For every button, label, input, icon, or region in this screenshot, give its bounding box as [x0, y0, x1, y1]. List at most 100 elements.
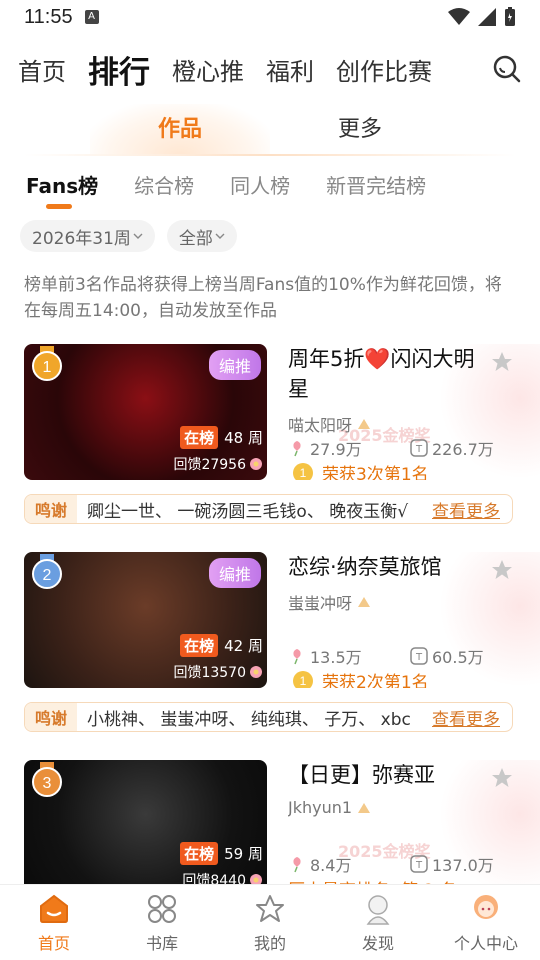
avatar-icon	[474, 894, 498, 919]
battery-icon	[505, 7, 515, 26]
author-badge-icon	[358, 597, 371, 607]
home-icon	[40, 894, 68, 923]
rank-number: 3	[43, 775, 52, 792]
signal-icon	[478, 8, 496, 26]
work-title[interactable]: 周年5折❤️闪闪大明星	[288, 344, 488, 404]
flower-icon	[293, 441, 301, 457]
nav-orange-pick[interactable]: 橙心推	[172, 52, 244, 87]
bottom-mine-label: 我的	[253, 933, 286, 953]
segment-divider	[24, 154, 516, 156]
flower-icon	[250, 666, 262, 678]
view-more-link[interactable]: 查看更多	[426, 497, 512, 522]
work-author[interactable]: Jkhyun1	[288, 798, 540, 817]
star-outline-icon	[256, 894, 284, 922]
flower-icon	[293, 857, 301, 873]
trophy-1-icon: 1	[293, 670, 313, 688]
ticket-icon: T	[410, 647, 428, 665]
bottom-mine[interactable]: 我的	[216, 885, 324, 960]
thanks-bar: 鸣谢 卿尘一世、 一碗汤圆三毛钱o、 晚夜玉衡√ 查看更多	[24, 494, 513, 524]
tab-overall-rank[interactable]: 综合榜	[134, 170, 194, 199]
svg-text:T: T	[415, 444, 423, 455]
flower-stat: 8.4万	[288, 852, 410, 876]
work-cover[interactable]: 3 在榜 59 周 回馈8440	[24, 760, 267, 896]
author-name: Jkhyun1	[288, 798, 353, 817]
bottom-home-label: 首页	[37, 933, 70, 953]
week-filter[interactable]: 2026年31周	[20, 220, 155, 252]
thanks-label: 鸣谢	[25, 703, 78, 731]
rank-number: 2	[43, 567, 52, 584]
onlist-week-count: 42 周	[224, 637, 263, 655]
bottom-nav: 首页 书库 我的 发现 个人中心	[0, 884, 540, 960]
favorite-star-icon[interactable]	[490, 766, 514, 790]
onlist-badge: 在榜	[180, 634, 219, 657]
character-icon	[366, 894, 390, 925]
rank-item[interactable]: 1 编推 在榜 48 周 回馈27956 2025金榜奖 周年5折❤️闪闪大明星…	[0, 344, 540, 552]
rank-list: 1 编推 在榜 48 周 回馈27956 2025金榜奖 周年5折❤️闪闪大明星…	[0, 332, 540, 960]
favorite-star-icon[interactable]	[490, 558, 514, 582]
search-icon[interactable]	[492, 54, 522, 84]
wifi-icon	[448, 8, 470, 25]
feedback-label: 回馈13570	[173, 665, 246, 681]
trophy-1-icon: 1	[293, 462, 313, 480]
tab-new-finished-rank[interactable]: 新晋完结榜	[326, 170, 426, 199]
onlist-badge: 在榜	[180, 426, 219, 449]
segment-tabs: 作品 更多	[0, 104, 540, 156]
thanks-names: 卿尘一世、 一碗汤圆三毛钱o、 晚夜玉衡√	[87, 501, 409, 522]
work-info: 恋综·纳奈莫旅馆 蚩蚩冲呀 13.5万 T 60.5万 1 荣获2次第1名	[288, 552, 540, 688]
honor-text: 荣获3次第1名	[322, 465, 429, 480]
nav-home[interactable]: 首页	[18, 52, 66, 87]
work-stats: 13.5万 T 60.5万	[288, 644, 540, 668]
onlist-weeks: 在榜 48 周	[180, 426, 263, 449]
thanks-names: 小桃神、 蚩蚩冲呀、 纯纯琪、 子万、 xbc	[87, 709, 411, 730]
rank-tabs: Fans榜 综合榜 同人榜 新晋完结榜	[0, 156, 540, 212]
author-badge-icon	[358, 419, 371, 429]
nav-welfare[interactable]: 福利	[266, 52, 314, 87]
favorite-star-icon[interactable]	[490, 350, 514, 374]
onlist-badge: 在榜	[180, 842, 219, 865]
scope-filter[interactable]: 全部	[166, 220, 237, 252]
work-author[interactable]: 喵太阳呀	[288, 412, 540, 436]
tab-fans-rank[interactable]: Fans榜	[26, 170, 98, 209]
bottom-library-label: 书库	[145, 933, 178, 953]
chevron-down-icon	[215, 233, 225, 239]
work-cover[interactable]: 2 编推 在榜 42 周 回馈13570	[24, 552, 267, 688]
rank-medal-icon: 1	[32, 346, 62, 381]
rank-notice: 榜单前3名作品将获得上榜当周Fans值的10%作为鲜花回馈，将在每周五14:00…	[24, 275, 502, 321]
ticket-icon: T	[410, 855, 428, 873]
top-nav: 首页 排行 橙心推 福利 创作比赛	[0, 34, 540, 104]
bottom-profile[interactable]: 个人中心	[432, 885, 540, 960]
flower-icon	[250, 458, 262, 470]
author-name: 喵太阳呀	[288, 416, 353, 435]
nav-contest[interactable]: 创作比赛	[336, 52, 432, 87]
onlist-week-count: 48 周	[224, 429, 263, 447]
flower-stat: 27.9万	[288, 436, 410, 460]
view-more-link[interactable]: 查看更多	[426, 705, 512, 730]
work-cover[interactable]: 1 编推 在榜 48 周 回馈27956	[24, 344, 267, 480]
ticket-stat: T 226.7万	[410, 436, 494, 460]
ticket-count: 226.7万	[432, 440, 494, 459]
scope-filter-label: 全部	[178, 228, 213, 249]
onlist-week-count: 59 周	[224, 845, 263, 863]
svg-text:1: 1	[300, 466, 307, 480]
flower-count: 8.4万	[310, 856, 352, 875]
feedback-label: 回馈27956	[173, 457, 246, 473]
work-info: 2025金榜奖 【日更】弥赛亚 Jkhyun1 8.4万 T 137.0万 历史…	[288, 760, 540, 896]
nav-ranking[interactable]: 排行	[88, 47, 150, 92]
tab-works[interactable]: 作品	[90, 104, 270, 156]
rank-item[interactable]: 2 编推 在榜 42 周 回馈13570 恋综·纳奈莫旅馆 蚩蚩冲呀 13.5万…	[0, 552, 540, 760]
tab-fanfic-rank[interactable]: 同人榜	[230, 170, 290, 199]
svg-text:T: T	[415, 860, 423, 871]
bottom-discover[interactable]: 发现	[324, 885, 432, 960]
work-stats: 27.9万 T 226.7万	[288, 436, 540, 460]
onlist-weeks: 在榜 59 周	[180, 842, 263, 865]
honor-line: 1 荣获3次第1名	[288, 460, 429, 480]
tab-more[interactable]: 更多	[270, 104, 450, 156]
work-title[interactable]: 【日更】弥赛亚	[288, 760, 488, 790]
ticket-count: 60.5万	[432, 648, 484, 667]
bottom-library[interactable]: 书库	[108, 885, 216, 960]
work-author[interactable]: 蚩蚩冲呀	[288, 590, 540, 614]
bottom-home[interactable]: 首页	[0, 885, 108, 960]
filters: 2026年31周 全部	[0, 212, 540, 260]
status-time: 11:55	[24, 5, 73, 28]
work-title[interactable]: 恋综·纳奈莫旅馆	[288, 552, 488, 582]
